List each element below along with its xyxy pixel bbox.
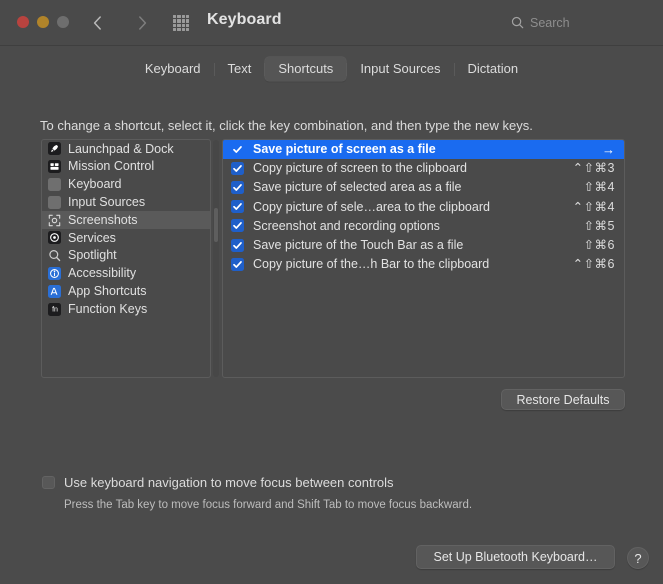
tab-keyboard[interactable]: Keyboard: [132, 57, 214, 81]
sidebar-item-input-sources[interactable]: Input Sources: [42, 193, 210, 211]
minimize-button[interactable]: [37, 16, 49, 28]
sidebar-item-app-shortcuts[interactable]: App Shortcuts: [42, 282, 210, 300]
sidebar-item-label: App Shortcuts: [68, 284, 147, 299]
set-up-bluetooth-keyboard-button[interactable]: Set Up Bluetooth Keyboard…: [416, 545, 615, 569]
page-title: Keyboard: [207, 11, 282, 28]
keyboard-navigation-hint: Press the Tab key to move focus forward …: [64, 499, 473, 511]
shortcut-edit-arrow-icon[interactable]: →: [602, 143, 615, 156]
help-button[interactable]: ?: [627, 547, 649, 569]
mission-control-icon: [48, 160, 61, 174]
sidebar-item-screenshots[interactable]: Screenshots: [42, 211, 210, 229]
keyboard-navigation-checkbox[interactable]: Use keyboard navigation to move focus be…: [42, 475, 394, 490]
chevron-right-icon: [138, 16, 146, 30]
shortcut-checkbox[interactable]: [231, 257, 244, 271]
shortcut-list[interactable]: Save picture of screen as a file → Copy …: [222, 139, 625, 378]
chevron-left-icon: [93, 16, 101, 30]
checkmark-icon: [233, 222, 242, 230]
accessibility-icon: [48, 266, 61, 280]
shortcut-checkbox[interactable]: [231, 181, 244, 195]
sidebar-item-label: Launchpad & Dock: [68, 141, 174, 156]
restore-defaults-button[interactable]: Restore Defaults: [501, 389, 625, 410]
sidebar-item-label: Screenshots: [68, 212, 138, 227]
sidebar-item-label: Function Keys: [68, 301, 148, 316]
shortcut-label: Copy picture of the…h Bar to the clipboa…: [253, 256, 490, 271]
sidebar-item-spotlight[interactable]: Spotlight: [42, 247, 210, 265]
sidebar-item-label: Spotlight: [68, 248, 117, 263]
table-row[interactable]: Copy picture of screen to the clipboard …: [223, 159, 624, 178]
shortcut-checkbox[interactable]: [231, 200, 244, 214]
keyboard-preferences-window: Keyboard Search Keyboard Text Shortcuts …: [0, 0, 663, 584]
svg-text:fn: fn: [52, 307, 58, 314]
shortcut-keys[interactable]: ⌃⇧⌘4: [573, 201, 615, 214]
shortcut-label: Copy picture of sele…area to the clipboa…: [253, 199, 490, 214]
sidebar-item-label: Mission Control: [68, 159, 155, 174]
table-row[interactable]: Save picture of the Touch Bar as a file …: [223, 235, 624, 254]
sidebar-item-label: Services: [68, 230, 116, 245]
search-placeholder: Search: [530, 15, 570, 30]
grid-apps-icon[interactable]: [172, 14, 190, 32]
shortcut-keys[interactable]: ⌃⇧⌘6: [573, 258, 615, 271]
table-row[interactable]: Save picture of selected area as a file …: [223, 178, 624, 197]
sidebar-item-accessibility[interactable]: Accessibility: [42, 265, 210, 283]
preference-tabs: Keyboard Text Shortcuts Input Sources Di…: [0, 46, 663, 92]
sidebar-item-label: Accessibility: [68, 266, 137, 281]
tab-dictation[interactable]: Dictation: [455, 57, 532, 81]
input-sources-icon: [48, 195, 61, 209]
shortcut-checkbox[interactable]: [231, 143, 244, 156]
checkbox-box[interactable]: [42, 476, 55, 489]
search-input[interactable]: Search: [511, 12, 641, 33]
services-icon: [48, 231, 61, 245]
keyboard-icon: [48, 177, 61, 191]
sidebar-item-services[interactable]: Services: [42, 229, 210, 247]
checkmark-icon: [233, 146, 242, 153]
table-row[interactable]: Copy picture of the…h Bar to the clipboa…: [223, 255, 624, 274]
table-row[interactable]: Save picture of screen as a file →: [223, 140, 624, 160]
shortcut-label: Save picture of selected area as a file: [253, 180, 462, 195]
tab-text[interactable]: Text: [215, 57, 265, 81]
zoom-button: [57, 16, 69, 28]
shortcut-checkbox[interactable]: [231, 162, 244, 176]
tab-input-sources[interactable]: Input Sources: [347, 57, 453, 81]
shortcut-label: Screenshot and recording options: [253, 218, 440, 233]
shortcut-label: Save picture of the Touch Bar as a file: [253, 237, 464, 252]
fn-key-icon: fn: [48, 302, 61, 316]
sidebar-item-label: Keyboard: [68, 177, 122, 192]
sidebar-item-launchpad-and-dock[interactable]: Launchpad & Dock: [42, 140, 210, 158]
shortcut-keys[interactable]: ⌃⇧⌘3: [573, 162, 615, 175]
close-button[interactable]: [17, 16, 29, 28]
sidebar-item-function-keys[interactable]: fn Function Keys: [42, 300, 210, 318]
checkbox-label: Use keyboard navigation to move focus be…: [64, 475, 394, 490]
checkmark-icon: [233, 260, 242, 268]
table-row[interactable]: Copy picture of sele…area to the clipboa…: [223, 197, 624, 216]
checkmark-icon: [233, 165, 242, 173]
shortcut-keys[interactable]: ⇧⌘5: [584, 220, 615, 233]
tab-shortcuts[interactable]: Shortcuts: [265, 57, 347, 81]
sidebar-item-mission-control[interactable]: Mission Control: [42, 158, 210, 176]
shortcut-checkbox[interactable]: [231, 219, 244, 233]
spotlight-icon: [48, 249, 61, 262]
shortcut-checkbox[interactable]: [231, 238, 244, 252]
shortcut-label: Copy picture of screen to the clipboard: [253, 161, 468, 176]
shortcut-label: Save picture of screen as a file: [253, 142, 436, 157]
shortcut-keys[interactable]: ⇧⌘6: [584, 239, 615, 252]
launchpad-icon: [48, 142, 61, 156]
search-icon: [511, 16, 524, 29]
shortcut-category-list[interactable]: Launchpad & Dock Mission Control Keyboar…: [41, 139, 211, 378]
list-scrollbar-thumb[interactable]: [214, 208, 218, 242]
checkmark-icon: [233, 241, 242, 249]
table-row[interactable]: Screenshot and recording options ⇧⌘5: [223, 216, 624, 235]
window-titlebar: Keyboard Search: [0, 0, 663, 46]
camera-icon: [48, 214, 61, 227]
shortcut-keys[interactable]: ⇧⌘4: [584, 181, 615, 194]
list-scrollbar-track[interactable]: [213, 140, 219, 377]
sidebar-item-keyboard[interactable]: Keyboard: [42, 176, 210, 194]
back-button[interactable]: [85, 11, 109, 35]
sidebar-item-label: Input Sources: [68, 195, 146, 210]
forward-button[interactable]: [130, 11, 154, 35]
checkmark-icon: [233, 184, 242, 192]
instruction-text: To change a shortcut, select it, click t…: [40, 118, 533, 133]
traffic-light-group: [17, 16, 69, 28]
checkmark-icon: [233, 203, 242, 211]
app-shortcuts-icon: [48, 284, 61, 298]
